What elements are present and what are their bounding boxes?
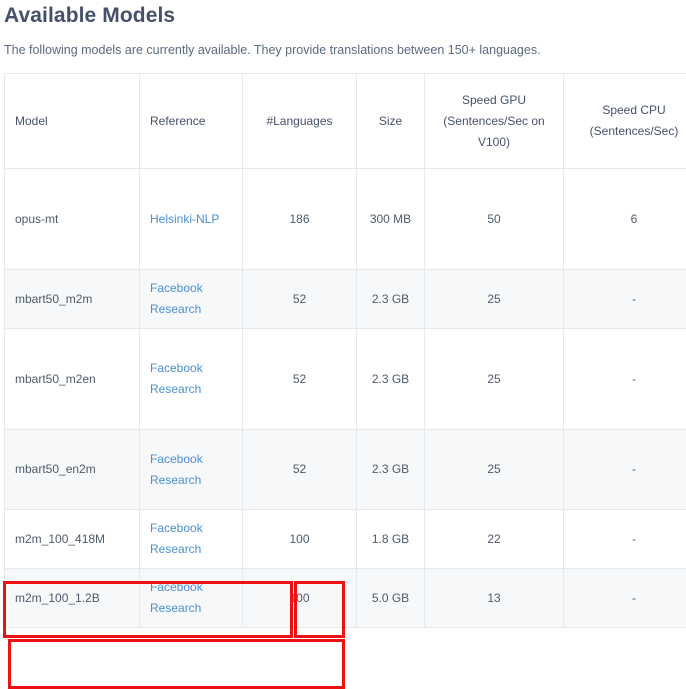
- reference-link[interactable]: Facebook Research: [150, 580, 203, 615]
- cell-speed-cpu: -: [563, 269, 686, 329]
- cell-speed-gpu: 25: [424, 328, 564, 430]
- cell-languages: 52: [242, 328, 357, 430]
- column-header-speed-gpu: Speed GPU (Sentences/Sec on V100): [424, 73, 564, 169]
- cell-model: mbart50_m2en: [4, 328, 140, 430]
- reference-link[interactable]: Facebook Research: [150, 361, 203, 396]
- cell-speed-cpu: -: [563, 328, 686, 430]
- column-header-size: Size: [356, 73, 425, 169]
- cell-reference: Facebook Research: [139, 568, 243, 628]
- table-header: Model Reference #Languages Size Speed GP…: [4, 73, 686, 169]
- cell-model: mbart50_m2m: [4, 269, 140, 329]
- cell-speed-cpu: 6: [563, 168, 686, 270]
- page-title: Available Models: [4, 4, 176, 27]
- reference-link[interactable]: Facebook Research: [150, 281, 203, 316]
- table-row: m2m_100_418M Facebook Research 100 1.8 G…: [4, 509, 686, 569]
- cell-reference: Facebook Research: [139, 509, 243, 569]
- cell-languages: 100: [242, 568, 357, 628]
- column-header-reference: Reference: [139, 73, 243, 169]
- cell-size: 300 MB: [356, 168, 425, 270]
- cell-size: 5.0 GB: [356, 568, 425, 628]
- table-header-row: Model Reference #Languages Size Speed GP…: [4, 73, 686, 169]
- cell-speed-cpu: -: [563, 568, 686, 628]
- cell-reference: Facebook Research: [139, 328, 243, 430]
- cell-speed-gpu: 13: [424, 568, 564, 628]
- reference-link[interactable]: Helsinki-NLP: [150, 212, 219, 226]
- cell-speed-cpu: -: [563, 509, 686, 569]
- table-body: opus-mt Helsinki-NLP 186 300 MB 50 6 Ini…: [4, 168, 686, 628]
- cell-size: 2.3 GB: [356, 269, 425, 329]
- reference-link[interactable]: Facebook Research: [150, 452, 203, 487]
- table-row: mbart50_m2m Facebook Research 52 2.3 GB …: [4, 269, 686, 329]
- available-models-table: Model Reference #Languages Size Speed GP…: [4, 73, 686, 628]
- cell-languages: 52: [242, 429, 357, 510]
- cell-model: opus-mt: [4, 168, 140, 270]
- cell-speed-gpu: 25: [424, 429, 564, 510]
- cell-model: m2m_100_418M: [4, 509, 140, 569]
- table-row: mbart50_en2m Facebook Research 52 2.3 GB…: [4, 429, 686, 510]
- reference-link[interactable]: Facebook Research: [150, 521, 203, 556]
- cell-reference: Facebook Research: [139, 269, 243, 329]
- cell-size: 2.3 GB: [356, 429, 425, 510]
- cell-size: 1.8 GB: [356, 509, 425, 569]
- cell-reference: Helsinki-NLP: [139, 168, 243, 270]
- column-header-languages: #Languages: [242, 73, 357, 169]
- cell-speed-gpu: 50: [424, 168, 564, 270]
- table-row: m2m_100_1.2B Facebook Research 100 5.0 G…: [4, 568, 686, 628]
- intro-paragraph: The following models are currently avail…: [4, 43, 541, 57]
- column-header-model: Model: [4, 73, 140, 169]
- cell-speed-gpu: 25: [424, 269, 564, 329]
- cell-model: m2m_100_1.2B: [4, 568, 140, 628]
- table-row: opus-mt Helsinki-NLP 186 300 MB 50 6 Ini…: [4, 168, 686, 270]
- cell-speed-cpu: -: [563, 429, 686, 510]
- cell-languages: 52: [242, 269, 357, 329]
- cell-languages: 100: [242, 509, 357, 569]
- page-root: Available Models The following models ar…: [0, 0, 686, 689]
- cell-speed-gpu: 22: [424, 509, 564, 569]
- cell-languages: 186: [242, 168, 357, 270]
- cell-reference: Facebook Research: [139, 429, 243, 510]
- cell-model: mbart50_en2m: [4, 429, 140, 510]
- highlight-m2m-1-2b-row: [8, 639, 345, 689]
- table-row: mbart50_m2en Facebook Research 52 2.3 GB…: [4, 328, 686, 430]
- cell-size: 2.3 GB: [356, 328, 425, 430]
- column-header-speed-cpu: Speed CPU (Sentences/Sec): [563, 73, 686, 169]
